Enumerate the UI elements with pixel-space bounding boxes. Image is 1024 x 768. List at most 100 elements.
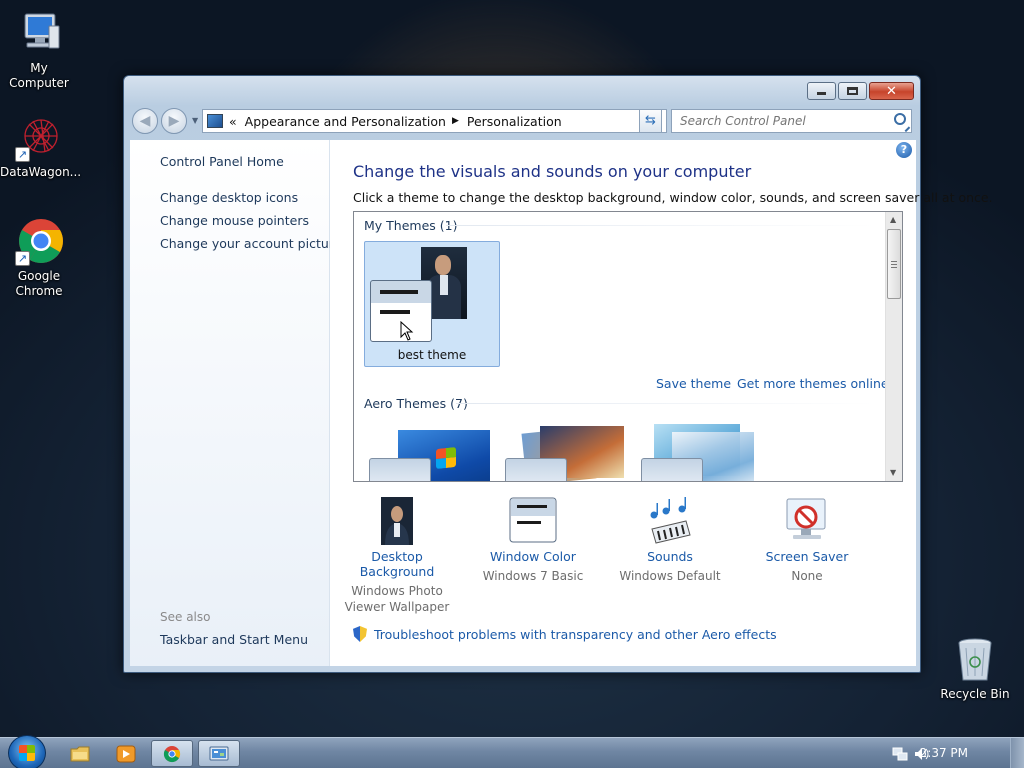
screen-saver-icon <box>783 495 831 545</box>
aero-theme-window-thumbnail <box>505 458 567 481</box>
desktop-icon-label: Google Chrome <box>15 269 63 298</box>
setting-value: None <box>791 569 823 583</box>
theme-tile-best-theme[interactable]: best theme <box>364 241 500 367</box>
breadcrumb-prefix[interactable]: « <box>229 114 237 129</box>
change-account-picture-link[interactable]: Change your account picture <box>160 236 341 251</box>
screen-saver-setting[interactable]: Screen Saver None <box>742 495 872 584</box>
minimize-icon <box>817 92 826 95</box>
window-color-setting[interactable]: Window Color Windows 7 Basic <box>468 495 598 584</box>
group-divider <box>456 403 876 404</box>
taskbar-explorer[interactable] <box>59 740 101 767</box>
change-mouse-pointers-link[interactable]: Change mouse pointers <box>160 213 309 228</box>
themes-scrollbar[interactable]: ▲ ▼ <box>885 212 902 481</box>
change-desktop-icons-link[interactable]: Change desktop icons <box>160 190 298 205</box>
desktop-icon-datawagon[interactable]: ↗ DataWagon... <box>0 114 82 180</box>
left-navigation-pane: Control Panel Home Change desktop icons … <box>130 140 341 666</box>
group-divider <box>446 225 876 226</box>
setting-value: Windows Photo Viewer Wallpaper <box>344 584 450 614</box>
desktop-icon-recycle-bin[interactable]: Recycle Bin <box>936 636 1014 702</box>
back-button[interactable]: ◀ <box>132 108 158 134</box>
aero-themes-header[interactable]: Aero Themes (7) <box>364 396 468 411</box>
sounds-icon <box>646 495 694 545</box>
save-theme-link[interactable]: Save theme <box>656 376 731 391</box>
caption-buttons: ✕ <box>807 82 914 100</box>
forward-arrow-icon: ▶ <box>168 113 180 129</box>
clock[interactable]: 2:37 PM <box>920 746 968 760</box>
taskbar: 2:37 PM <box>0 735 1024 768</box>
breadcrumb-appearance[interactable]: Appearance and Personalization <box>245 114 446 129</box>
shortcut-arrow-icon: ↗ <box>15 251 30 266</box>
setting-title: Window Color <box>490 549 576 564</box>
see-also-label: See also <box>160 610 211 624</box>
refresh-icon: ⇆ <box>645 113 656 128</box>
desktop-background-setting[interactable]: Desktop Background Windows Photo Viewer … <box>332 495 462 615</box>
themes-list: My Themes (1) best theme Save theme Get … <box>353 211 903 482</box>
control-panel-icon <box>209 746 229 760</box>
desktop-background-icon <box>373 495 421 545</box>
navigation-bar: ◀ ▶ ▼ « Appearance and Personalization ▶… <box>132 106 912 134</box>
sounds-setting[interactable]: Sounds Windows Default <box>605 495 735 584</box>
setting-title: Screen Saver <box>765 549 849 564</box>
page-description: Click a theme to change the desktop back… <box>353 190 993 205</box>
datawagon-icon: ↗ <box>15 114 63 162</box>
windows-logo-icon <box>436 446 456 470</box>
control-panel-icon <box>207 114 223 128</box>
desktop-icon-google-chrome[interactable]: ↗ Google Chrome <box>0 218 78 299</box>
content-pane: ? Change the visuals and sounds on your … <box>330 140 993 666</box>
media-player-icon <box>116 745 136 762</box>
desktop-icon-my-computer[interactable]: My Computer <box>0 10 78 91</box>
breadcrumb-separator-icon[interactable]: ▶ <box>452 116 459 126</box>
setting-title: Sounds <box>647 549 693 564</box>
breadcrumb-personalization[interactable]: Personalization <box>467 114 562 129</box>
scroll-down-icon[interactable]: ▼ <box>890 468 896 477</box>
theme-name: best theme <box>397 348 467 362</box>
shortcut-arrow-icon: ↗ <box>15 147 30 162</box>
recycle-bin-icon <box>951 636 999 684</box>
recent-pages-dropdown[interactable]: ▼ <box>192 116 198 125</box>
aero-theme-window-thumbnail <box>641 458 703 481</box>
desktop-icon-label: DataWagon... <box>0 165 82 179</box>
taskbar-chrome[interactable] <box>151 740 193 767</box>
maximize-icon <box>847 87 858 95</box>
mouse-cursor-icon <box>400 321 414 341</box>
close-button[interactable]: ✕ <box>869 82 914 100</box>
address-bar[interactable]: « Appearance and Personalization ▶ Perso… <box>202 109 667 133</box>
search-input[interactable] <box>680 114 885 128</box>
windows-logo-icon <box>19 745 35 761</box>
close-icon: ✕ <box>886 83 897 99</box>
taskbar-media-player[interactable] <box>105 740 147 767</box>
chrome-icon: ↗ <box>15 218 63 266</box>
network-icon[interactable] <box>892 747 908 761</box>
my-themes-header[interactable]: My Themes (1) <box>364 218 457 233</box>
computer-icon <box>15 10 63 58</box>
control-panel-home-link[interactable]: Control Panel Home <box>160 154 284 169</box>
scrollbar-thumb[interactable] <box>887 229 901 299</box>
show-desktop-button[interactable] <box>1010 738 1024 768</box>
scroll-up-icon[interactable]: ▲ <box>890 215 896 224</box>
setting-value: Windows 7 Basic <box>482 569 584 583</box>
search-icon[interactable] <box>894 113 906 125</box>
troubleshoot-text[interactable]: Troubleshoot problems with transparency … <box>374 627 777 642</box>
forward-button[interactable]: ▶ <box>161 108 187 134</box>
shield-icon <box>353 626 367 642</box>
chrome-icon <box>163 745 181 762</box>
search-box[interactable] <box>671 109 912 133</box>
setting-value: Windows Default <box>619 569 721 583</box>
personalization-window: ✕ ◀ ▶ ▼ « Appearance and Personalization… <box>123 75 993 673</box>
troubleshoot-link[interactable]: Troubleshoot problems with transparency … <box>353 626 777 642</box>
get-more-themes-link[interactable]: Get more themes online <box>737 376 889 391</box>
refresh-button[interactable]: ⇆ <box>639 109 662 133</box>
start-button[interactable] <box>8 735 46 768</box>
window-color-icon <box>509 495 557 545</box>
help-icon[interactable]: ? <box>896 142 912 158</box>
page-title: Change the visuals and sounds on your co… <box>353 162 752 181</box>
taskbar-start-menu-link[interactable]: Taskbar and Start Menu <box>160 632 308 647</box>
taskbar-control-panel[interactable] <box>198 740 240 767</box>
maximize-button[interactable] <box>838 82 867 100</box>
setting-title: Desktop Background <box>359 549 435 579</box>
minimize-button[interactable] <box>807 82 836 100</box>
explorer-icon <box>70 746 90 761</box>
back-arrow-icon: ◀ <box>139 113 151 129</box>
aero-theme-window-thumbnail <box>369 458 431 481</box>
desktop-icon-label: Recycle Bin <box>940 687 1010 701</box>
